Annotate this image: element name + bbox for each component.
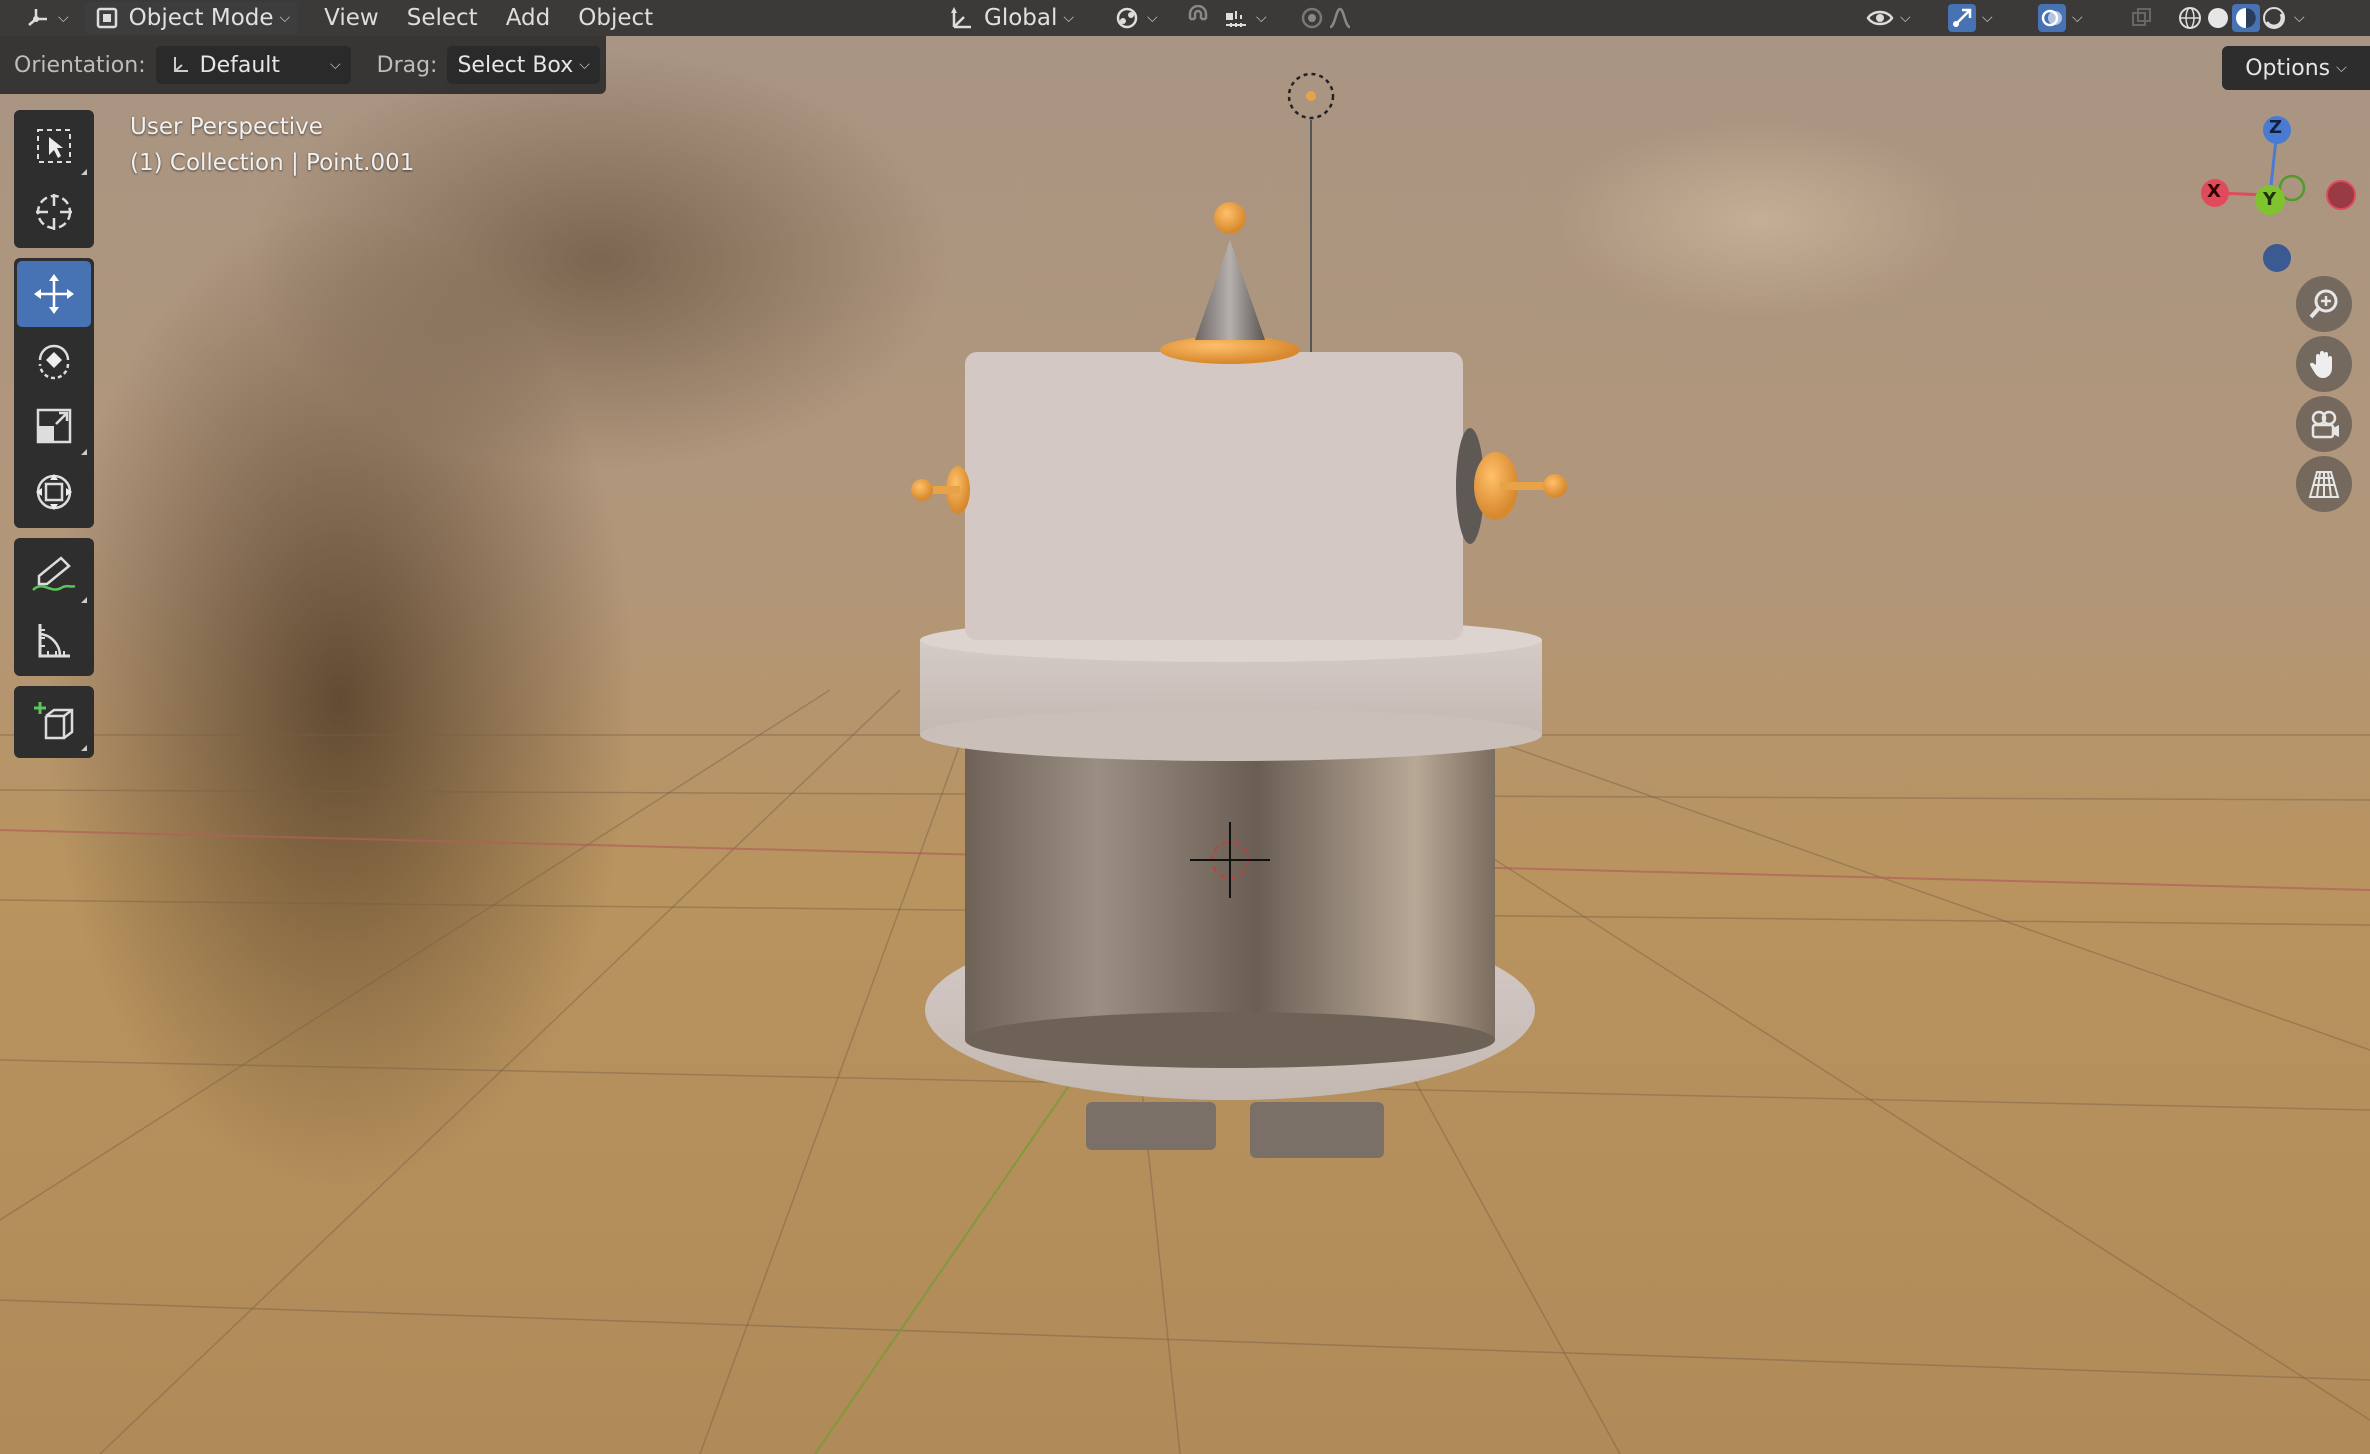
- 3d-viewport-icon: [24, 4, 52, 32]
- menu-object[interactable]: Object: [564, 5, 667, 31]
- pan-hand-icon[interactable]: [2296, 336, 2352, 392]
- chevron-down-icon: ⌵: [1147, 10, 1158, 26]
- tool-group-transform: [14, 258, 94, 528]
- menu-add[interactable]: Add: [492, 5, 565, 31]
- orientation-axes-icon: [166, 51, 194, 79]
- options-dropdown[interactable]: Options ⌵: [2222, 46, 2370, 90]
- collection-info: (1) Collection | Point.001: [130, 150, 415, 176]
- solid-shading-icon[interactable]: [2204, 4, 2232, 32]
- chevron-down-icon: ⌵: [2072, 10, 2083, 26]
- select-box-icon: [37, 129, 71, 163]
- chevron-down-icon: ⌵: [1256, 10, 1267, 26]
- transform-orientation-selector[interactable]: Global ⌵: [940, 2, 1082, 34]
- gizmo-axis-z[interactable]: Z: [2269, 117, 2282, 138]
- scale-icon: [36, 408, 72, 444]
- pivot-point-icon: [1113, 4, 1141, 32]
- tool-group-select: [14, 110, 94, 248]
- orientation-dropdown[interactable]: Default ⌵: [155, 46, 351, 84]
- material-preview-shading-icon[interactable]: [2232, 4, 2260, 32]
- tool-group-annotate: [14, 538, 94, 676]
- shading-mode-group: ⌵: [2168, 2, 2313, 34]
- snap-target-selector[interactable]: ⌵: [1214, 2, 1275, 34]
- pivot-point-selector[interactable]: ⌵: [1105, 2, 1166, 34]
- mode-label: Object Mode: [128, 5, 274, 31]
- orientation-value: Default: [199, 52, 281, 78]
- navigation-gizmo: [2201, 116, 2356, 272]
- overlay-toggle[interactable]: ⌵: [2030, 2, 2091, 34]
- cursor-tool[interactable]: [17, 179, 91, 245]
- chevron-down-icon: ⌵: [1063, 10, 1074, 26]
- transform-tool[interactable]: [17, 459, 91, 525]
- scene-render: [0, 72, 2370, 1454]
- drag-value: Select Box: [457, 52, 574, 78]
- snap-magnet-icon: [1184, 4, 1212, 32]
- rendered-shading-icon[interactable]: [2260, 4, 2288, 32]
- annotate-tool[interactable]: [17, 541, 91, 607]
- rotate-tool[interactable]: [17, 327, 91, 393]
- tool-group-add: [14, 686, 94, 758]
- menu-view[interactable]: View: [310, 5, 393, 31]
- orientation-label: Orientation:: [14, 52, 146, 78]
- overlay-icon: [2038, 4, 2066, 32]
- 3d-viewport[interactable]: Z X Y User Perspective (1) Collection | …: [0, 0, 2370, 1454]
- menu-select[interactable]: Select: [393, 5, 492, 31]
- options-label: Options: [2245, 55, 2331, 81]
- tool-shelf: [14, 110, 94, 768]
- chevron-down-icon: ⌵: [330, 57, 341, 73]
- proportional-edit-toggle[interactable]: [1290, 2, 1362, 34]
- rotate-icon: [38, 344, 70, 380]
- transform-axes-icon: [948, 4, 976, 32]
- camera-view-icon[interactable]: [2296, 396, 2352, 452]
- xray-icon: [2128, 4, 2156, 32]
- gizmo-toggle[interactable]: ⌵: [1940, 2, 2001, 34]
- chevron-down-icon: ⌵: [279, 10, 291, 26]
- chevron-down-icon: ⌵: [1900, 10, 1911, 26]
- chevron-down-icon: ⌵: [579, 57, 590, 73]
- chevron-down-icon[interactable]: ⌵: [2294, 10, 2305, 26]
- drag-dropdown[interactable]: Select Box ⌵: [447, 46, 600, 84]
- visibility-selector[interactable]: ⌵: [1858, 2, 1919, 34]
- xray-toggle[interactable]: [2120, 2, 2164, 34]
- eye-icon: [1866, 4, 1894, 32]
- select-box-tool[interactable]: [17, 113, 91, 179]
- viewport-header: ⌵ Object Mode ⌵ View Select Add Object G…: [0, 0, 2370, 36]
- move-tool[interactable]: [17, 261, 91, 327]
- chevron-down-icon: ⌵: [2336, 60, 2347, 76]
- chevron-down-icon: ⌵: [58, 10, 69, 26]
- move-icon: [34, 274, 74, 314]
- transform-icon: [36, 474, 72, 510]
- proportional-edit-icon: [1298, 4, 1326, 32]
- editor-type-selector[interactable]: ⌵: [16, 2, 77, 34]
- measure-tool[interactable]: [17, 607, 91, 673]
- scale-tool[interactable]: [17, 393, 91, 459]
- object-mode-icon: [93, 4, 121, 32]
- add-cube-icon: [34, 702, 74, 740]
- snap-increment-icon: [1222, 4, 1250, 32]
- wireframe-shading-icon[interactable]: [2176, 4, 2204, 32]
- perspective-toggle-icon[interactable]: [2296, 456, 2352, 512]
- drag-label: Drag:: [376, 52, 438, 78]
- gizmo-axis-y[interactable]: Y: [2263, 189, 2276, 210]
- annotate-icon: [32, 556, 76, 591]
- cursor-icon: [36, 194, 72, 230]
- zoom-icon[interactable]: [2296, 276, 2352, 332]
- transform-orientation-value: Global: [984, 5, 1058, 31]
- add-cube-tool[interactable]: [17, 689, 91, 755]
- header-menus: View Select Add Object: [310, 5, 667, 31]
- gizmo-icon: [1948, 4, 1976, 32]
- chevron-down-icon: ⌵: [1982, 10, 1993, 26]
- gizmo-axis-x[interactable]: X: [2207, 181, 2221, 202]
- tool-settings-bar: Orientation: Default ⌵ Drag: Select Box …: [0, 36, 606, 94]
- falloff-curve-icon[interactable]: [1326, 4, 1354, 32]
- view-name: User Perspective: [130, 114, 323, 140]
- mode-selector[interactable]: Object Mode ⌵: [84, 2, 299, 34]
- measure-icon: [38, 624, 70, 658]
